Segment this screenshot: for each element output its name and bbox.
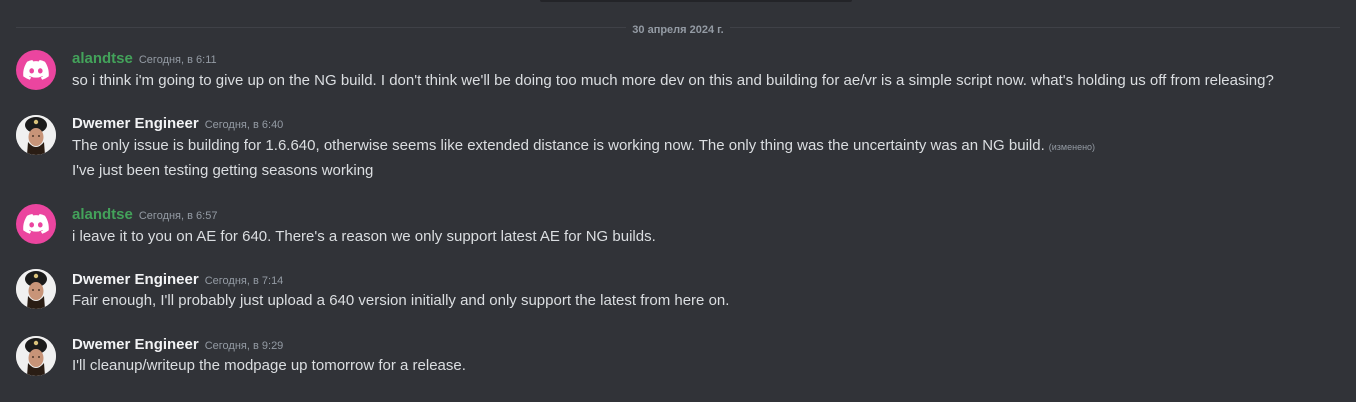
message-header: alandtse Сегодня, в 6:11 xyxy=(72,49,217,70)
discord-logo-icon xyxy=(23,214,49,234)
message-text: I'll cleanup/writeup the modpage up tomo… xyxy=(72,357,466,374)
date-divider-label: 30 апреля 2024 г. xyxy=(626,23,730,37)
message-header: alandtse Сегодня, в 6:57 xyxy=(72,205,217,226)
user-photo-icon xyxy=(16,269,56,309)
timestamp[interactable]: Сегодня, в 6:40 xyxy=(205,119,284,131)
message-header: Dwemer Engineer Сегодня, в 7:14 xyxy=(72,270,283,291)
username[interactable]: alandtse xyxy=(72,206,133,223)
avatar[interactable] xyxy=(16,269,56,309)
date-divider: 30 апреля 2024 г. xyxy=(0,20,1356,38)
user-photo-icon xyxy=(16,336,56,376)
timestamp[interactable]: Сегодня, в 7:14 xyxy=(205,275,284,287)
message-header: Dwemer Engineer Сегодня, в 6:40 xyxy=(72,114,283,135)
message-text: I've just been testing getting seasons w… xyxy=(72,162,374,179)
username[interactable]: Dwemer Engineer xyxy=(72,336,199,353)
message-text: The only issue is building for 1.6.640, … xyxy=(72,136,1095,157)
username[interactable]: Dwemer Engineer xyxy=(72,271,199,288)
username[interactable]: Dwemer Engineer xyxy=(72,115,199,132)
timestamp[interactable]: Сегодня, в 6:11 xyxy=(139,54,217,66)
username[interactable]: alandtse xyxy=(72,50,133,67)
message-header: Dwemer Engineer Сегодня, в 9:29 xyxy=(72,335,283,356)
message-line: The only issue is building for 1.6.640, … xyxy=(72,137,1045,154)
message-text: so i think i'm going to give up on the N… xyxy=(72,72,1274,89)
date-divider-line xyxy=(16,27,1340,28)
discord-logo-icon xyxy=(23,60,49,80)
timestamp[interactable]: Сегодня, в 9:29 xyxy=(205,340,284,352)
avatar[interactable] xyxy=(16,204,56,244)
avatar[interactable] xyxy=(16,115,56,155)
message-text: i leave it to you on AE for 640. There's… xyxy=(72,228,656,245)
user-photo-icon xyxy=(16,115,56,155)
timestamp[interactable]: Сегодня, в 6:57 xyxy=(139,210,218,222)
message-text: Fair enough, I'll probably just upload a… xyxy=(72,292,730,309)
top-bar xyxy=(540,0,852,2)
chat-messages: 30 апреля 2024 г. alandtse Сегодня, в 6:1… xyxy=(0,0,1356,402)
avatar[interactable] xyxy=(16,50,56,90)
edited-label: (изменено) xyxy=(1048,142,1096,152)
avatar[interactable] xyxy=(16,336,56,376)
